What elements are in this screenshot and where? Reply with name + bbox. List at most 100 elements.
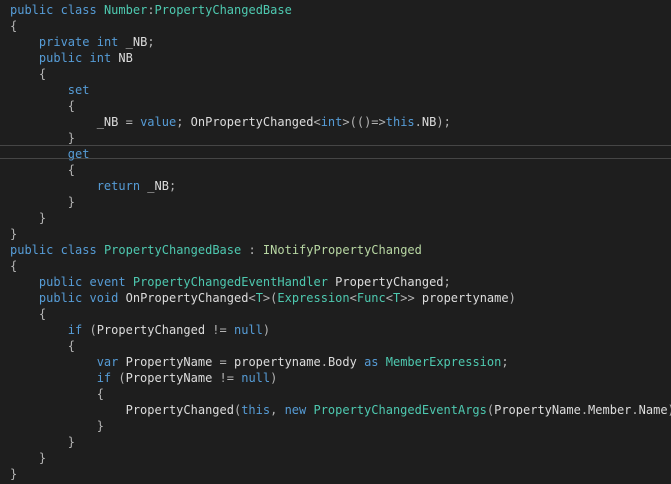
code-token: NB	[421, 115, 437, 129]
code-line[interactable]: public class Number:PropertyChangedBase	[10, 2, 292, 18]
code-line[interactable]: }	[10, 194, 75, 210]
code-token: public	[10, 3, 54, 17]
code-token: ;	[443, 275, 451, 289]
code-token: PropertyName	[125, 371, 220, 385]
code-line[interactable]: {	[10, 386, 104, 402]
code-token: {	[10, 259, 18, 273]
code-token: }	[96, 419, 104, 433]
code-token: {	[38, 67, 47, 81]
code-line[interactable]: {	[10, 66, 46, 82]
code-line[interactable]: if (PropertyName != null)	[10, 370, 278, 386]
code-token: <	[349, 291, 357, 305]
code-token: }	[67, 195, 76, 209]
code-line[interactable]: public int NB	[10, 50, 133, 66]
code-token: this	[241, 403, 271, 417]
code-line[interactable]: }	[10, 466, 17, 482]
code-line[interactable]: set	[10, 82, 90, 98]
code-token: public	[10, 243, 54, 257]
code-token: PropertyChanged	[10, 403, 234, 417]
code-line[interactable]: {	[10, 338, 75, 354]
code-line[interactable]: }	[10, 226, 17, 242]
code-line[interactable]: public void OnPropertyChanged<T>(Express…	[10, 290, 516, 306]
code-token: int	[320, 115, 343, 129]
code-token: PropertyName	[118, 355, 220, 369]
code-token: >>	[400, 291, 415, 305]
code-line[interactable]: {	[10, 306, 46, 322]
code-line[interactable]: {	[10, 18, 17, 34]
code-line[interactable]: }	[10, 434, 75, 450]
code-token: :	[241, 243, 263, 257]
code-line[interactable]: private int _NB;	[10, 34, 155, 50]
code-token: }	[67, 131, 76, 145]
code-token: OnPropertyChanged	[183, 115, 314, 129]
code-token: return	[96, 179, 141, 193]
code-line[interactable]: {	[10, 98, 75, 114]
code-token: Name	[638, 403, 668, 417]
code-token: event	[89, 275, 126, 289]
code-token: NB	[111, 51, 133, 65]
code-token: private	[38, 35, 90, 49]
code-line[interactable]: {	[10, 258, 17, 274]
code-token: }	[38, 211, 47, 225]
code-token: _NB	[10, 115, 126, 129]
code-editor[interactable]: public class Number:PropertyChangedBase{…	[0, 0, 671, 484]
code-token: PropertyName	[494, 403, 581, 417]
code-line[interactable]: {	[10, 162, 75, 178]
code-line[interactable]: }	[10, 130, 75, 146]
code-token: }	[10, 227, 18, 241]
code-line[interactable]: _NB = value; OnPropertyChanged<int>(()=>…	[10, 114, 451, 130]
code-token: {	[96, 387, 104, 401]
code-token: PropertyChangedEventHandler	[132, 275, 328, 289]
code-line[interactable]: return _NB;	[10, 178, 177, 194]
code-token: .	[580, 403, 589, 417]
code-line[interactable]: public event PropertyChangedEventHandler…	[10, 274, 451, 290]
code-token: {	[10, 19, 18, 33]
code-line[interactable]: PropertyChanged(this, new PropertyChange…	[10, 402, 671, 418]
code-token: propertyname	[414, 291, 509, 305]
code-line[interactable]: var PropertyName = propertyname.Body as …	[10, 354, 509, 370]
code-token: ;	[147, 35, 155, 49]
code-line[interactable]: }	[10, 418, 104, 434]
code-line[interactable]: }	[10, 210, 46, 226]
code-token: }	[10, 467, 18, 481]
code-token: void	[89, 291, 119, 305]
code-line[interactable]: if (PropertyChanged != null)	[10, 322, 270, 338]
code-line[interactable]: public class PropertyChangedBase : INoti…	[10, 242, 422, 258]
code-token: );	[436, 115, 451, 129]
code-token: _NB	[140, 179, 169, 193]
code-line[interactable]: }	[10, 450, 46, 466]
code-token: propertyname	[226, 355, 321, 369]
code-token: =	[125, 115, 133, 129]
code-line[interactable]: get	[10, 146, 90, 162]
code-token: )	[262, 323, 271, 337]
code-token: Func	[356, 291, 386, 305]
code-token: int	[89, 51, 112, 65]
code-token: {	[67, 99, 76, 113]
code-token: T	[255, 291, 263, 305]
code-token: PropertyChangedBase	[103, 243, 242, 257]
code-token: }	[38, 451, 47, 465]
code-token: get	[67, 147, 90, 161]
code-token: null	[233, 323, 263, 337]
code-token: Body	[327, 355, 365, 369]
code-token: if	[96, 371, 112, 385]
